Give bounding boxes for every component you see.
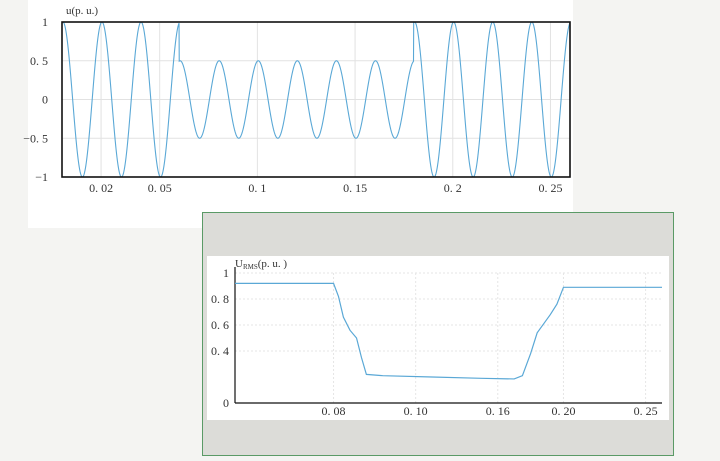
rms-voltage-chart: 0. 08 0. 10 0. 16 0. 20 0. 25 1 0. 8 0. 6 0. 4 0 U… — [207, 256, 669, 420]
voltage-waveform-svg: 0. 02 0. 05 0. 1 0. 15 0. 2 0. 25 1 0. 5 0 −0. 5 −… — [23, 5, 571, 195]
x-tick-label: 0. 08 — [322, 404, 346, 418]
x-tick-label: 0. 2 — [444, 181, 462, 195]
y-tick-label: 0. 5 — [30, 54, 48, 68]
y-tick-label: 0 — [223, 396, 229, 410]
x-tick-label: 0. 1 — [248, 181, 266, 195]
x-tick-label: 0. 02 — [89, 181, 113, 195]
y-tick-label: 0. 4 — [211, 344, 229, 358]
x-tick-label: 0. 20 — [551, 404, 575, 418]
y-tick-label: 0. 8 — [211, 292, 229, 306]
x-tick-label: 0. 25 — [538, 181, 562, 195]
x-tick-label: 0. 25 — [634, 404, 658, 418]
y-tick-label: −0. 5 — [23, 131, 48, 145]
x-tick-label: 0. 05 — [148, 181, 172, 195]
rms-voltage-svg: 0. 08 0. 10 0. 16 0. 20 0. 25 1 0. 8 0. 6 0. 4 0 U… — [211, 258, 662, 418]
y-tick-label: 1 — [223, 266, 229, 280]
y-tick-label: 0 — [42, 93, 48, 107]
voltage-waveform-chart: 0. 02 0. 05 0. 1 0. 15 0. 2 0. 25 1 0. 5 0 −0. 5 −… — [23, 0, 573, 228]
x-tick-label: 0. 16 — [486, 404, 510, 418]
x-tick-label: 0. 10 — [404, 404, 428, 418]
y-axis-label: URMS(p. u. ) — [235, 258, 287, 271]
y-tick-label: 0. 6 — [211, 318, 229, 332]
y-axis-label: u(p. u.) — [66, 5, 98, 17]
y-tick-label: 1 — [42, 15, 48, 29]
rms-series-line — [235, 282, 662, 380]
y-tick-label: −1 — [35, 170, 48, 184]
x-tick-label: 0. 15 — [343, 181, 367, 195]
